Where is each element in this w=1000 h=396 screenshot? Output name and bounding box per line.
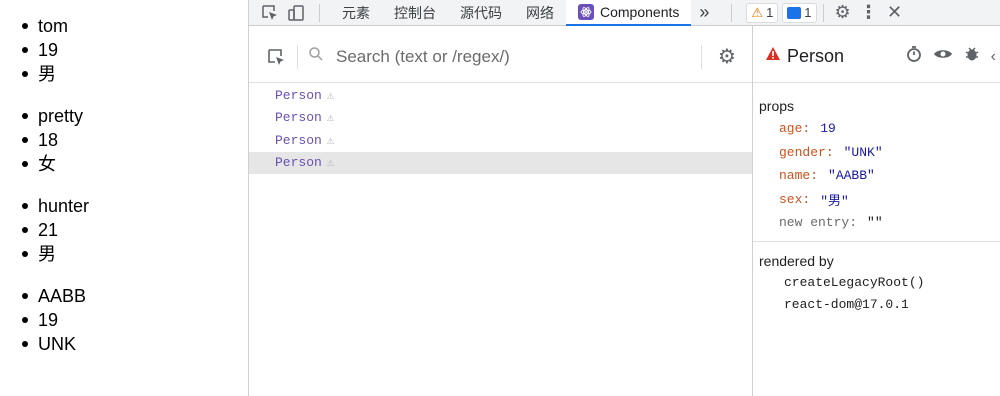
components-toolbar: ⚙	[249, 31, 752, 83]
prop-key: sex	[779, 191, 803, 207]
list-item: tom	[20, 14, 68, 38]
tab-elements[interactable]: 元素	[330, 0, 382, 26]
component-name: Person	[275, 87, 322, 103]
list-item: 18	[20, 128, 83, 152]
component-name: Person	[275, 132, 322, 148]
props-section-title: props	[759, 98, 795, 114]
list-item: 19	[20, 308, 86, 332]
inspect-element-icon[interactable]	[257, 0, 283, 26]
tree-row[interactable]: Person ⚠	[249, 129, 752, 152]
warning-icon: ⚠	[326, 156, 335, 171]
eye-icon[interactable]	[933, 45, 953, 68]
list-item: 女	[20, 152, 83, 176]
prop-row[interactable]: sex: "男"	[753, 188, 1000, 212]
tab-sources[interactable]: 源代码	[448, 0, 514, 26]
component-name: Person	[275, 155, 322, 171]
person-list-3: hunter 21 男	[20, 194, 89, 266]
tab-network[interactable]: 网络	[514, 0, 566, 26]
list-item: pretty	[20, 104, 83, 128]
props-inspector: Person ‹ props age: 19 gender: "UNK" nam…	[753, 31, 1000, 396]
rendered-page: tom 19 男 pretty 18 女 hunter 21 男 AABB 19…	[0, 0, 248, 396]
prop-key: age	[779, 121, 803, 137]
device-toolbar-icon[interactable]	[283, 0, 309, 26]
person-list-1: tom 19 男	[20, 14, 68, 86]
warning-count: 1	[766, 5, 774, 20]
prop-value[interactable]: "UNK"	[844, 145, 883, 160]
warning-icon: ⚠	[751, 4, 764, 20]
selected-component-name: Person	[787, 46, 845, 66]
devtools-tabbar: 元素 控制台 源代码 网络 Components » ⚠ 1 1 ⚙ ⋮ ✕	[249, 0, 1000, 26]
toolbar-separator	[701, 44, 702, 69]
settings-gear-icon[interactable]: ⚙	[830, 0, 856, 26]
list-item: 男	[20, 242, 89, 266]
list-item: 男	[20, 62, 68, 86]
person-list-4: AABB 19 UNK	[20, 284, 86, 356]
prop-row[interactable]: age: 19	[753, 117, 1000, 141]
toolbar-separator	[822, 3, 824, 22]
prop-value[interactable]: 19	[820, 121, 836, 136]
new-entry-value[interactable]: ""	[867, 215, 883, 230]
search-input[interactable]	[336, 46, 696, 67]
rendered-by-item[interactable]: createLegacyRoot()	[753, 272, 1000, 294]
prop-row[interactable]: name: "AABB"	[753, 164, 1000, 188]
warning-icon: ⚠	[326, 133, 335, 148]
messages-badge[interactable]: 1	[782, 2, 817, 23]
list-item: UNK	[20, 332, 86, 356]
rendered-by-item[interactable]: react-dom@17.0.1	[753, 294, 1000, 316]
list-item: AABB	[20, 284, 86, 308]
tab-components[interactable]: Components	[566, 0, 692, 26]
message-count: 1	[804, 5, 812, 20]
tab-console[interactable]: 控制台	[382, 0, 448, 26]
prop-key: name	[779, 168, 811, 184]
tree-row[interactable]: Person ⚠	[249, 107, 752, 130]
tree-row-selected[interactable]: Person ⚠	[249, 151, 752, 174]
warning-icon: ⚠	[326, 88, 335, 103]
component-tree: Person ⚠ Person ⚠ Person ⚠ Person ⚠	[249, 84, 752, 396]
new-entry-key[interactable]: new entry	[779, 215, 849, 230]
list-item: 21	[20, 218, 89, 242]
more-tabs-button[interactable]: »	[691, 0, 717, 26]
select-element-icon[interactable]	[263, 44, 289, 70]
rendered-by-title: rendered by	[759, 252, 834, 269]
react-logo-icon	[578, 3, 594, 20]
list-item: 19	[20, 38, 68, 62]
warnings-badge[interactable]: ⚠ 1	[746, 2, 779, 23]
inspector-header: Person ‹	[753, 31, 1000, 83]
message-icon	[787, 6, 802, 19]
bug-icon[interactable]	[963, 45, 981, 68]
tree-row[interactable]: Person ⚠	[249, 84, 752, 107]
toolbar-separator	[731, 3, 733, 22]
person-list-2: pretty 18 女	[20, 104, 83, 176]
settings-gear-icon[interactable]: ⚙	[714, 44, 740, 70]
component-name: Person	[275, 110, 322, 126]
stopwatch-icon[interactable]	[905, 45, 923, 68]
close-icon[interactable]: ✕	[882, 0, 908, 26]
prop-value[interactable]: "男"	[820, 190, 849, 209]
prop-row[interactable]: gender: "UNK"	[753, 141, 1000, 165]
prop-value[interactable]: "AABB"	[828, 168, 875, 183]
warning-icon: ⚠	[326, 111, 335, 126]
list-item: hunter	[20, 194, 89, 218]
search-icon	[308, 46, 324, 67]
chevron-left-icon[interactable]: ‹	[991, 48, 996, 66]
toolbar-separator	[319, 3, 320, 22]
new-prop-row[interactable]: new entry: ""	[753, 211, 1000, 235]
tab-components-label: Components	[600, 3, 680, 20]
error-icon	[765, 46, 781, 67]
toolbar-separator	[297, 44, 298, 69]
prop-key: gender	[779, 144, 826, 160]
more-options-icon[interactable]: ⋮	[856, 0, 882, 26]
